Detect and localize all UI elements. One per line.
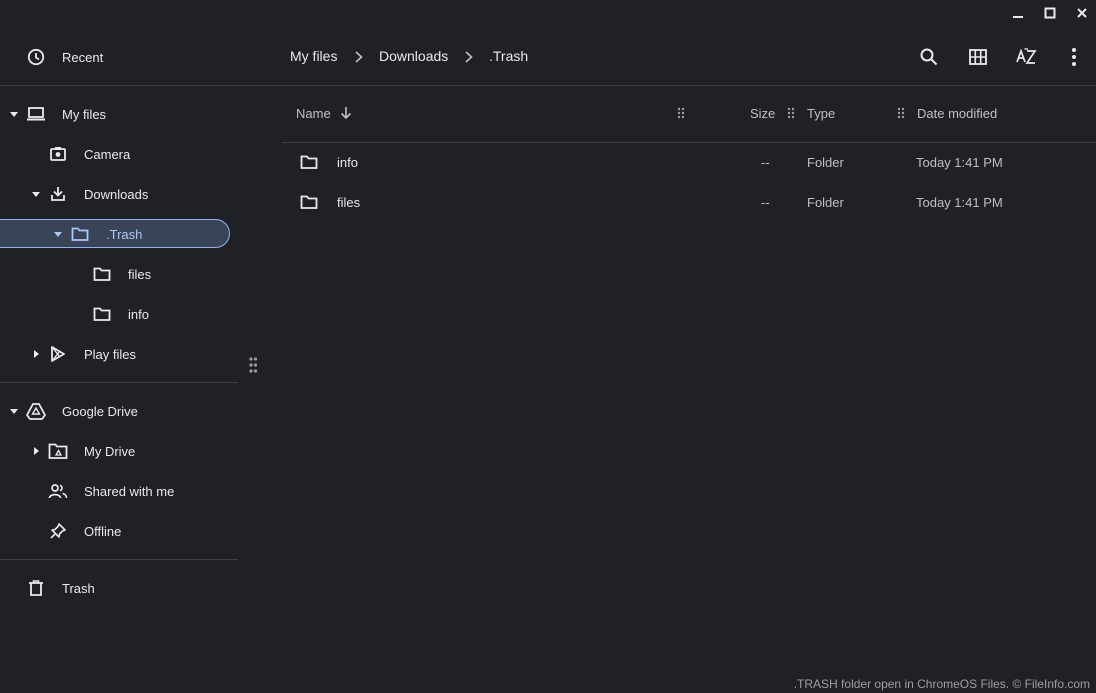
column-header-date-modified[interactable]: Date modified [917, 106, 997, 121]
sidebar-item-label: .Trash [106, 227, 143, 242]
folder-icon [300, 195, 318, 209]
pin-icon [48, 521, 68, 541]
drag-handle-icon [249, 357, 258, 373]
arrow-down-icon[interactable] [339, 106, 353, 120]
sidebar-item-my-drive[interactable]: My Drive [0, 435, 238, 467]
divider [0, 85, 238, 86]
sort-button[interactable] [1012, 43, 1040, 71]
folder-icon [92, 304, 112, 324]
folder-icon [92, 264, 112, 284]
google-drive-icon [26, 401, 46, 421]
file-date: Today 1:41 PM [916, 155, 1003, 170]
close-icon [1077, 8, 1087, 18]
chevron-right-icon [465, 51, 473, 63]
close-button[interactable] [1069, 4, 1095, 22]
minimize-icon [1013, 16, 1023, 18]
play-store-icon [48, 344, 68, 364]
sidebar-item-camera[interactable]: Camera [0, 138, 238, 170]
more-vert-icon [1072, 48, 1076, 66]
clock-icon [26, 47, 46, 67]
file-name: info [337, 155, 358, 170]
file-size: -- [761, 195, 770, 210]
chevron-down-icon[interactable] [8, 405, 20, 417]
sidebar-item-recent[interactable]: Recent [0, 41, 238, 73]
chevron-down-icon[interactable] [30, 188, 42, 200]
breadcrumb-current[interactable]: .Trash [489, 48, 528, 64]
divider [0, 559, 238, 560]
camera-icon [48, 144, 68, 164]
chevron-right-icon[interactable] [30, 348, 42, 360]
sidebar-item-dot-trash[interactable]: .Trash [0, 218, 232, 250]
sidebar-item-label: My files [62, 107, 107, 122]
sidebar-resize-handle[interactable] [248, 356, 258, 374]
column-header-size[interactable]: Size [750, 106, 775, 121]
breadcrumb-my-files[interactable]: My files [290, 48, 337, 64]
sidebar-item-google-drive[interactable]: Google Drive [0, 395, 238, 427]
column-header-name[interactable]: Name [296, 106, 331, 121]
sidebar-item-label: Trash [62, 581, 95, 596]
sidebar-item-label: My Drive [84, 444, 136, 459]
sidebar-item-downloads[interactable]: Downloads [0, 178, 238, 210]
file-size: -- [761, 155, 770, 170]
file-date: Today 1:41 PM [916, 195, 1003, 210]
column-resize-icon[interactable] [897, 106, 905, 120]
header-divider [238, 85, 1096, 86]
sidebar-item-trash[interactable]: Trash [0, 572, 238, 604]
sidebar-item-label: files [128, 267, 152, 282]
sort-az-icon [1016, 48, 1037, 64]
drive-folder-icon [48, 441, 68, 461]
caption: .TRASH folder open in ChromeOS Files. © … [793, 677, 1090, 691]
sidebar-item-label: Shared with me [84, 484, 175, 499]
sidebar-item-info[interactable]: info [0, 298, 238, 330]
download-icon [48, 184, 68, 204]
minimize-button[interactable] [1005, 4, 1031, 22]
table-row[interactable]: info -- Folder Today 1:41 PM [282, 143, 1096, 183]
chevron-right-icon[interactable] [30, 445, 42, 457]
breadcrumb-downloads[interactable]: Downloads [379, 48, 448, 64]
search-icon [920, 48, 938, 66]
sidebar-item-label: Offline [84, 524, 122, 539]
search-button[interactable] [915, 43, 943, 71]
sidebar-item-label: Recent [62, 50, 104, 65]
sidebar-item-play-files[interactable]: Play files [0, 338, 238, 370]
chevron-down-icon[interactable] [8, 108, 20, 120]
sidebar-item-label: Google Drive [62, 404, 138, 419]
sidebar-item-label: Downloads [84, 187, 149, 202]
trash-icon [26, 578, 46, 598]
file-type: Folder [807, 155, 844, 170]
sidebar-item-label: info [128, 307, 149, 322]
chevron-down-icon[interactable] [52, 228, 64, 240]
folder-icon [70, 224, 90, 244]
folder-icon [300, 155, 318, 169]
sidebar: Recent My files Camera Downloads .Trash … [0, 0, 238, 693]
more-options-button[interactable] [1060, 43, 1088, 71]
chevron-right-icon [355, 51, 363, 63]
grid-view-icon [969, 49, 987, 65]
sidebar-item-my-files[interactable]: My files [0, 98, 238, 130]
file-type: Folder [807, 195, 844, 210]
divider [0, 382, 238, 383]
column-resize-icon[interactable] [787, 106, 795, 120]
file-name: files [337, 195, 361, 210]
maximize-icon [1044, 7, 1056, 19]
sidebar-item-label: Play files [84, 347, 137, 362]
people-icon [48, 481, 68, 501]
column-resize-icon[interactable] [677, 106, 685, 120]
sidebar-item-offline[interactable]: Offline [0, 515, 238, 547]
sidebar-item-shared-with-me[interactable]: Shared with me [0, 475, 238, 507]
column-header-type[interactable]: Type [807, 106, 835, 121]
grid-view-button[interactable] [964, 43, 992, 71]
sidebar-item-files[interactable]: files [0, 258, 238, 290]
maximize-button[interactable] [1037, 4, 1063, 22]
table-row[interactable]: files -- Folder Today 1:41 PM [282, 183, 1096, 223]
sidebar-item-label: Camera [84, 147, 131, 162]
laptop-icon [26, 104, 46, 124]
